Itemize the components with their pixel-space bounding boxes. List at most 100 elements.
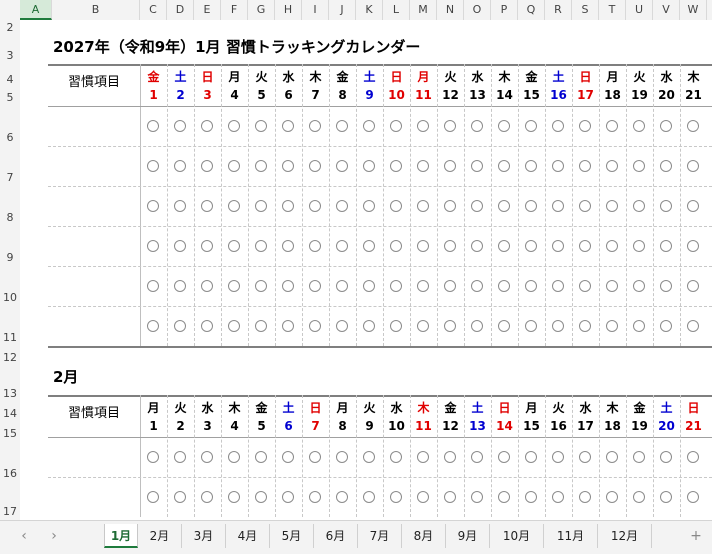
row-header-5[interactable]: 5 bbox=[0, 88, 20, 106]
habit-circle-icon[interactable] bbox=[444, 160, 456, 172]
habit-circle-icon[interactable] bbox=[444, 280, 456, 292]
habit-circle-icon[interactable] bbox=[444, 451, 456, 463]
habit-circle-icon[interactable] bbox=[525, 280, 537, 292]
habit-circle-icon[interactable] bbox=[309, 451, 321, 463]
habit-circle-icon[interactable] bbox=[228, 240, 240, 252]
habit-circle-icon[interactable] bbox=[309, 491, 321, 503]
habit-circle-icon[interactable] bbox=[579, 491, 591, 503]
habit-circle-icon[interactable] bbox=[336, 160, 348, 172]
habit-circle-icon[interactable] bbox=[282, 160, 294, 172]
habit-circle-icon[interactable] bbox=[471, 200, 483, 212]
habit-circle-icon[interactable] bbox=[255, 200, 267, 212]
column-header-G[interactable]: G bbox=[248, 0, 275, 20]
habit-circle-icon[interactable] bbox=[201, 240, 213, 252]
habit-circle-icon[interactable] bbox=[606, 120, 618, 132]
habit-circle-icon[interactable] bbox=[606, 451, 618, 463]
habit-circle-icon[interactable] bbox=[417, 200, 429, 212]
habit-circle-icon[interactable] bbox=[174, 491, 186, 503]
habit-circle-icon[interactable] bbox=[309, 320, 321, 332]
habit-circle-icon[interactable] bbox=[660, 160, 672, 172]
habit-circle-icon[interactable] bbox=[255, 491, 267, 503]
habit-circle-icon[interactable] bbox=[498, 200, 510, 212]
habit-circle-icon[interactable] bbox=[255, 240, 267, 252]
habit-circle-icon[interactable] bbox=[255, 160, 267, 172]
column-header-U[interactable]: U bbox=[626, 0, 653, 20]
habit-circle-icon[interactable] bbox=[687, 280, 699, 292]
habit-name-cell[interactable] bbox=[48, 306, 140, 346]
habit-circle-icon[interactable] bbox=[552, 120, 564, 132]
habit-circle-icon[interactable] bbox=[390, 280, 402, 292]
column-header-L[interactable]: L bbox=[383, 0, 410, 20]
habit-circle-icon[interactable] bbox=[174, 120, 186, 132]
column-header-B[interactable]: B bbox=[52, 0, 140, 20]
row-header-14[interactable]: 14 bbox=[0, 402, 20, 422]
sheet-tab-5[interactable]: 5月 bbox=[270, 524, 314, 548]
sheet-tab-9[interactable]: 9月 bbox=[446, 524, 490, 548]
row-header-17[interactable]: 17 bbox=[0, 482, 20, 520]
habit-circle-icon[interactable] bbox=[174, 200, 186, 212]
habit-circle-icon[interactable] bbox=[174, 240, 186, 252]
habit-circle-icon[interactable] bbox=[201, 120, 213, 132]
habit-circle-icon[interactable] bbox=[282, 491, 294, 503]
row-header-8[interactable]: 8 bbox=[0, 186, 20, 226]
add-sheet-button[interactable]: + bbox=[686, 524, 706, 548]
habit-name-cell[interactable] bbox=[48, 437, 140, 477]
habit-circle-icon[interactable] bbox=[309, 200, 321, 212]
habit-circle-icon[interactable] bbox=[579, 240, 591, 252]
row-header-16[interactable]: 16 bbox=[0, 442, 20, 482]
habit-circle-icon[interactable] bbox=[525, 320, 537, 332]
habit-circle-icon[interactable] bbox=[633, 120, 645, 132]
habit-circle-icon[interactable] bbox=[336, 451, 348, 463]
habit-circle-icon[interactable] bbox=[498, 120, 510, 132]
habit-circle-icon[interactable] bbox=[633, 320, 645, 332]
habit-circle-icon[interactable] bbox=[228, 280, 240, 292]
habit-circle-icon[interactable] bbox=[444, 240, 456, 252]
habit-circle-icon[interactable] bbox=[390, 200, 402, 212]
habit-circle-icon[interactable] bbox=[687, 120, 699, 132]
row-header-2[interactable]: 2 bbox=[0, 20, 20, 34]
habit-circle-icon[interactable] bbox=[525, 451, 537, 463]
column-header-V[interactable]: V bbox=[653, 0, 680, 20]
habit-circle-icon[interactable] bbox=[174, 160, 186, 172]
habit-circle-icon[interactable] bbox=[336, 491, 348, 503]
habit-circle-icon[interactable] bbox=[174, 451, 186, 463]
habit-circle-icon[interactable] bbox=[444, 200, 456, 212]
sheet-tab-3[interactable]: 3月 bbox=[182, 524, 226, 548]
column-header-J[interactable]: J bbox=[329, 0, 356, 20]
habit-circle-icon[interactable] bbox=[633, 200, 645, 212]
habit-circle-icon[interactable] bbox=[552, 160, 564, 172]
row-header-11[interactable]: 11 bbox=[0, 306, 20, 346]
row-header-9[interactable]: 9 bbox=[0, 226, 20, 266]
habit-circle-icon[interactable] bbox=[228, 451, 240, 463]
habit-name-cell[interactable] bbox=[48, 106, 140, 146]
habit-circle-icon[interactable] bbox=[255, 280, 267, 292]
sheet-tab-12[interactable]: 12月 bbox=[598, 524, 652, 548]
habit-circle-icon[interactable] bbox=[201, 491, 213, 503]
habit-circle-icon[interactable] bbox=[174, 320, 186, 332]
habit-circle-icon[interactable] bbox=[174, 280, 186, 292]
sheet-tab-10[interactable]: 10月 bbox=[490, 524, 544, 548]
habit-circle-icon[interactable] bbox=[255, 451, 267, 463]
habit-circle-icon[interactable] bbox=[687, 451, 699, 463]
habit-circle-icon[interactable] bbox=[471, 120, 483, 132]
habit-circle-icon[interactable] bbox=[660, 491, 672, 503]
column-header-W[interactable]: W bbox=[680, 0, 707, 20]
habit-circle-icon[interactable] bbox=[390, 120, 402, 132]
habit-circle-icon[interactable] bbox=[444, 120, 456, 132]
habit-name-cell[interactable] bbox=[48, 226, 140, 266]
habit-circle-icon[interactable] bbox=[552, 451, 564, 463]
sheet-tab-1[interactable]: 1月 bbox=[104, 524, 138, 548]
habit-circle-icon[interactable] bbox=[147, 451, 159, 463]
habit-circle-icon[interactable] bbox=[606, 240, 618, 252]
habit-circle-icon[interactable] bbox=[525, 200, 537, 212]
habit-name-cell[interactable] bbox=[48, 186, 140, 226]
habit-circle-icon[interactable] bbox=[552, 240, 564, 252]
sheet-tab-6[interactable]: 6月 bbox=[314, 524, 358, 548]
habit-circle-icon[interactable] bbox=[525, 491, 537, 503]
column-header-T[interactable]: T bbox=[599, 0, 626, 20]
habit-circle-icon[interactable] bbox=[471, 160, 483, 172]
habit-circle-icon[interactable] bbox=[201, 451, 213, 463]
column-header-D[interactable]: D bbox=[167, 0, 194, 20]
habit-circle-icon[interactable] bbox=[228, 200, 240, 212]
habit-circle-icon[interactable] bbox=[579, 320, 591, 332]
